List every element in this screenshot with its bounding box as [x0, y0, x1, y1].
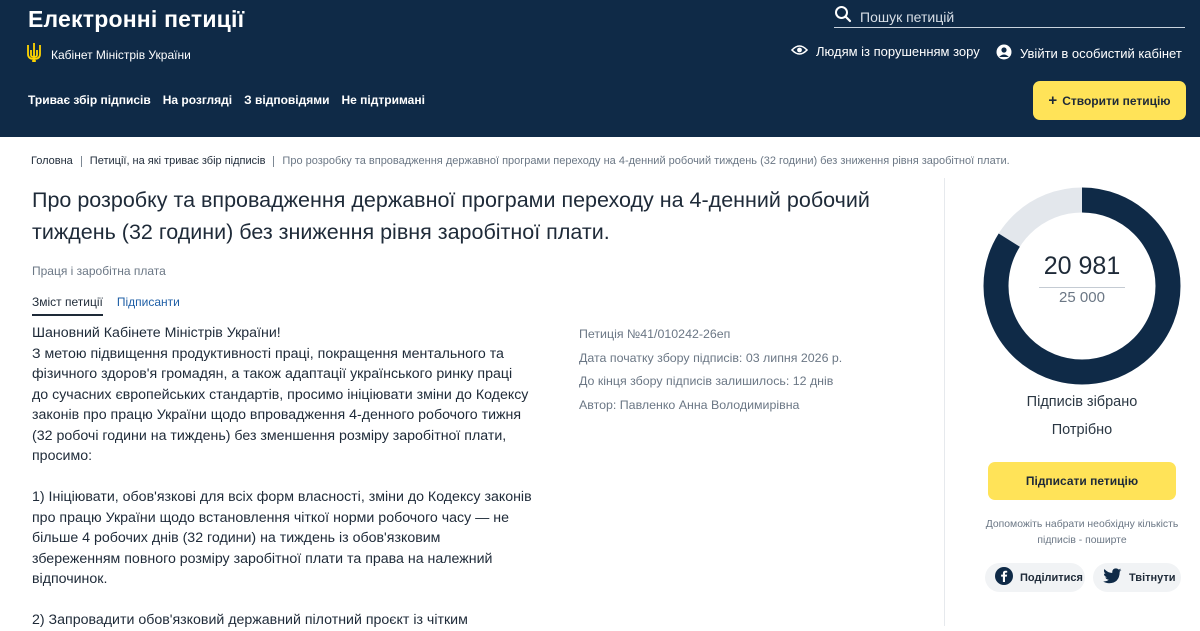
eye-icon	[790, 44, 809, 59]
petition-title: Про розробку та впровадження державної п…	[32, 188, 870, 244]
share-help-text: Допоможіть набрати необхідну кількість п…	[985, 519, 1179, 546]
petition-category[interactable]: Праця і заробітна плата	[32, 264, 166, 278]
search-icon[interactable]	[834, 5, 852, 28]
site-header: Електронні петиції Кабінет Міністрів Укр…	[0, 0, 1200, 137]
create-petition-label: Створити петицію	[1062, 93, 1171, 108]
tab-content[interactable]: Зміст петиції	[32, 294, 103, 316]
petition-body: Шановний Кабінете Міністрів України! З м…	[32, 323, 532, 631]
main-nav: Триває збір підписів На розгляді З відпо…	[28, 93, 425, 107]
twitter-icon	[1103, 568, 1122, 587]
create-petition-button[interactable]: + Створити петицію	[1033, 81, 1186, 120]
petition-tabs: Зміст петиції Підписанти	[32, 294, 194, 316]
petition-meta: Петиція №41/010242-26еп Дата початку збо…	[579, 323, 842, 417]
column-divider	[944, 178, 945, 626]
signature-target: 25 000	[1059, 289, 1105, 306]
tab-signers[interactable]: Підписанти	[117, 294, 180, 316]
count-divider	[1039, 287, 1125, 288]
collected-label: Підписів зібрано	[1026, 394, 1138, 410]
signature-count: 20 981	[1043, 252, 1121, 280]
nav-item-collecting[interactable]: Триває збір підписів	[28, 93, 151, 107]
petition-start-date: Дата початку збору підписів: 03 липня 20…	[579, 350, 843, 365]
petition-greeting: Шановний Кабінете Міністрів України!	[32, 325, 281, 341]
user-icon	[996, 44, 1012, 63]
breadcrumb-home[interactable]: Головна	[31, 155, 73, 167]
breadcrumb-separator	[80, 155, 82, 167]
trident-icon	[26, 42, 42, 67]
twitter-share-button[interactable]: Твітнути	[1093, 563, 1181, 592]
petition-remaining: До кінця збору підписів залишилось: 12 д…	[579, 374, 834, 388]
breadcrumb-current: Про розробку та впровадження державної п…	[282, 155, 1010, 167]
accessibility-link[interactable]: Людям із порушенням зору	[790, 44, 980, 59]
needed-label: Потрібно	[1051, 422, 1113, 438]
plus-icon: +	[1048, 92, 1058, 109]
facebook-share-label: Поділитися	[1020, 571, 1083, 584]
accessibility-label: Людям із порушенням зору	[816, 44, 980, 59]
petition-point-1: 1) Ініціювати, обов'язкові для всіх форм…	[32, 489, 532, 587]
search-box[interactable]	[834, 6, 1185, 28]
breadcrumb-separator	[273, 155, 275, 167]
petition-author: Автор: Павленко Анна Володимирівна	[579, 397, 800, 412]
petition-point-2: 2) Запровадити обов'язковий державний пі…	[32, 612, 468, 628]
petition-intro: З метою підвищення продуктивності праці,…	[32, 345, 529, 465]
breadcrumb-section[interactable]: Петиції, на які триває збір підписів	[90, 155, 266, 167]
facebook-icon	[995, 567, 1013, 588]
breadcrumb: Головна Петиції, на які триває збір підп…	[31, 155, 1010, 167]
signature-progress-gauge	[983, 187, 1181, 385]
nav-item-under-review[interactable]: На розгляді	[163, 93, 232, 107]
sign-petition-button[interactable]: Підписати петицію	[988, 462, 1176, 500]
petition-number: Петиція №41/010242-26еп	[579, 327, 731, 341]
site-title[interactable]: Електронні петиції	[28, 6, 244, 33]
org-name: Кабінет Міністрів України	[51, 47, 191, 62]
login-label: Увійти в особистий кабінет	[1020, 46, 1182, 61]
nav-item-not-supported[interactable]: Не підтримані	[341, 93, 424, 107]
twitter-share-label: Твітнути	[1129, 571, 1176, 584]
nav-item-answered[interactable]: З відповідями	[244, 93, 329, 107]
org-block[interactable]: Кабінет Міністрів України	[26, 42, 191, 67]
facebook-share-button[interactable]: Поділитися	[985, 563, 1085, 592]
search-input[interactable]	[860, 8, 1170, 25]
login-link[interactable]: Увійти в особистий кабінет	[996, 44, 1182, 63]
